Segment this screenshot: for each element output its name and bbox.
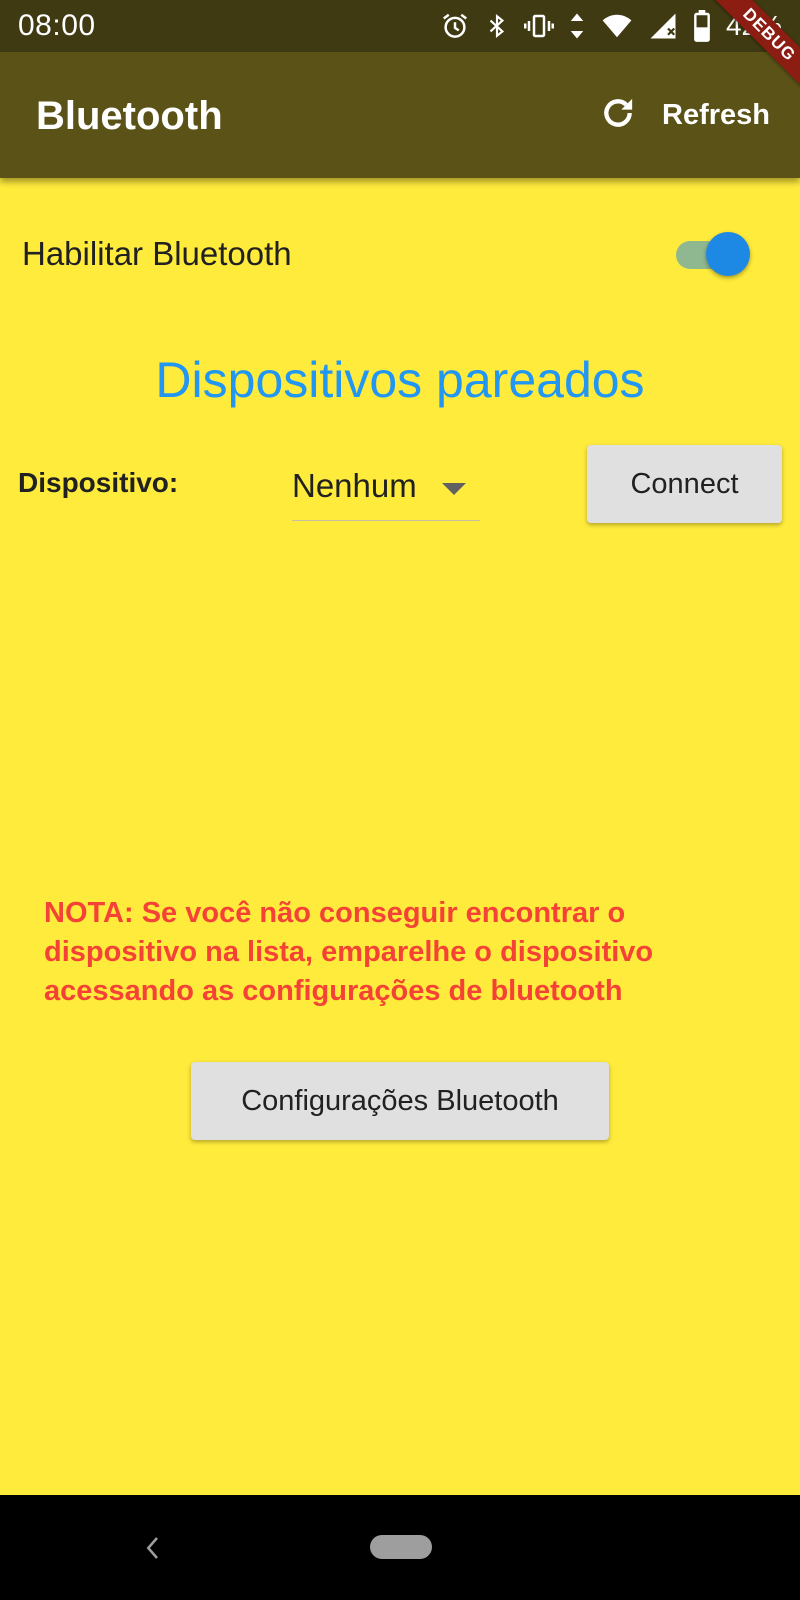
dropdown-arrow-icon [442, 482, 466, 500]
refresh-icon [598, 93, 638, 138]
bluetooth-toggle-label: Habilitar Bluetooth [22, 235, 292, 272]
data-arrows-icon [568, 11, 586, 41]
navigation-bar [0, 1495, 800, 1600]
app-bar: Bluetooth Refresh [0, 52, 800, 178]
app-title: Bluetooth [36, 94, 223, 138]
home-button[interactable] [370, 1535, 432, 1559]
device-label: Dispositivo: [18, 467, 179, 498]
bluetooth-switch[interactable] [674, 230, 754, 278]
bluetooth-icon [484, 11, 510, 41]
refresh-button[interactable]: Refresh [598, 90, 770, 140]
section-title: Dispositivos pareados [155, 352, 645, 408]
bluetooth-settings-button[interactable]: Configurações Bluetooth [191, 1062, 609, 1140]
device-dropdown[interactable]: Nenhum [292, 454, 480, 521]
wifi-icon [600, 11, 634, 41]
status-time: 08:00 [18, 9, 96, 42]
refresh-label: Refresh [662, 99, 770, 131]
switch-thumb [706, 232, 750, 276]
vibrate-icon [523, 11, 554, 41]
back-icon[interactable] [140, 1533, 164, 1568]
signal-icon [648, 11, 678, 41]
bluetooth-toggle-row: Habilitar Bluetooth [22, 226, 778, 282]
note-text: NOTA: Se você não conseguir encontrar o … [44, 897, 654, 1007]
battery-icon [692, 10, 712, 42]
status-bar: 08:00 42% [0, 0, 800, 52]
alarm-icon [440, 11, 470, 41]
dropdown-value: Nenhum [292, 467, 417, 504]
connect-button[interactable]: Connect [587, 445, 782, 523]
